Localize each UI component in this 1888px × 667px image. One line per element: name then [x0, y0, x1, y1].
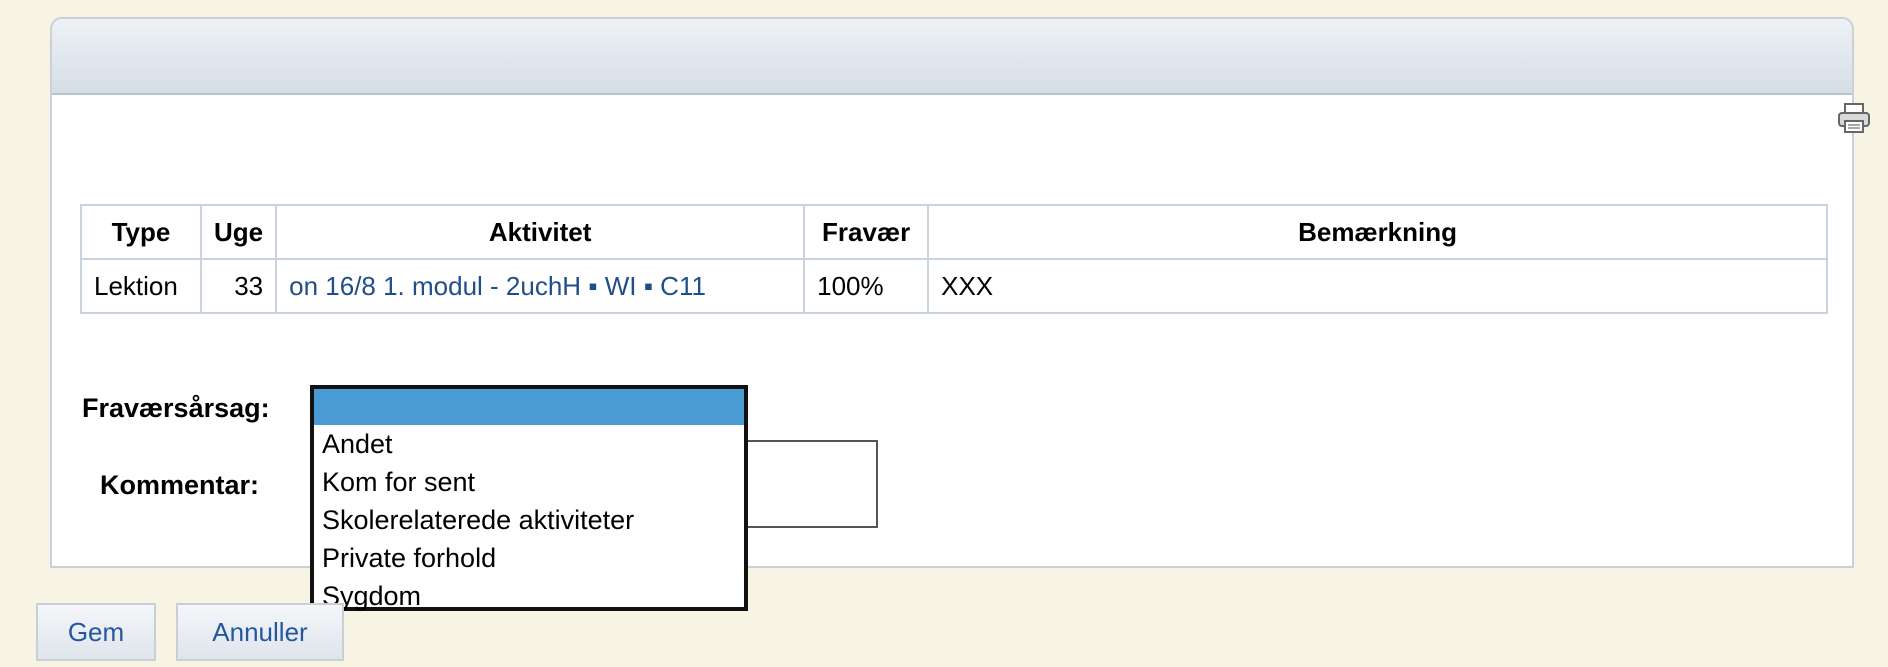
comment-label: Kommentar: — [100, 470, 260, 500]
table-header-row: Type Uge Aktivitet Fravær Bemærkning — [80, 204, 1828, 260]
cell-absence: 100% — [803, 258, 930, 314]
dropdown-option-skolerelaterede[interactable]: Skolerelaterede aktiviteter — [314, 501, 744, 539]
cell-remark: XXX — [927, 258, 1828, 314]
dropdown-option-kom-for-sent[interactable]: Kom for sent — [314, 463, 744, 501]
panel-header — [52, 19, 1852, 95]
reason-label: Fraværsårsag: — [82, 393, 270, 423]
save-button[interactable]: Gem — [36, 603, 156, 661]
cell-week: 33 — [199, 258, 278, 314]
activity-link[interactable]: on 16/8 1. modul - 2uchH ▪ WI ▪ C11 — [275, 258, 806, 314]
dropdown-option-private-forhold[interactable]: Private forhold — [314, 539, 744, 577]
header-remark: Bemærkning — [927, 204, 1828, 260]
table-row: Lektion 33 on 16/8 1. modul - 2uchH ▪ WI… — [80, 258, 1828, 314]
header-type: Type — [80, 204, 202, 260]
dropdown-option-andet[interactable]: Andet — [314, 425, 744, 463]
reason-dropdown-list[interactable]: Andet Kom for sent Skolerelaterede aktiv… — [310, 385, 748, 611]
dropdown-option-sygdom[interactable]: Sygdom — [314, 577, 744, 615]
cell-type: Lektion — [80, 258, 202, 314]
header-absence: Fravær — [803, 204, 930, 260]
print-icon[interactable] — [1834, 98, 1874, 138]
cancel-button[interactable]: Annuller — [176, 603, 344, 661]
header-week: Uge — [199, 204, 278, 260]
absence-table: Type Uge Aktivitet Fravær Bemærkning Lek… — [80, 204, 1828, 314]
header-activity: Aktivitet — [275, 204, 806, 260]
dropdown-option-empty[interactable] — [314, 389, 744, 425]
